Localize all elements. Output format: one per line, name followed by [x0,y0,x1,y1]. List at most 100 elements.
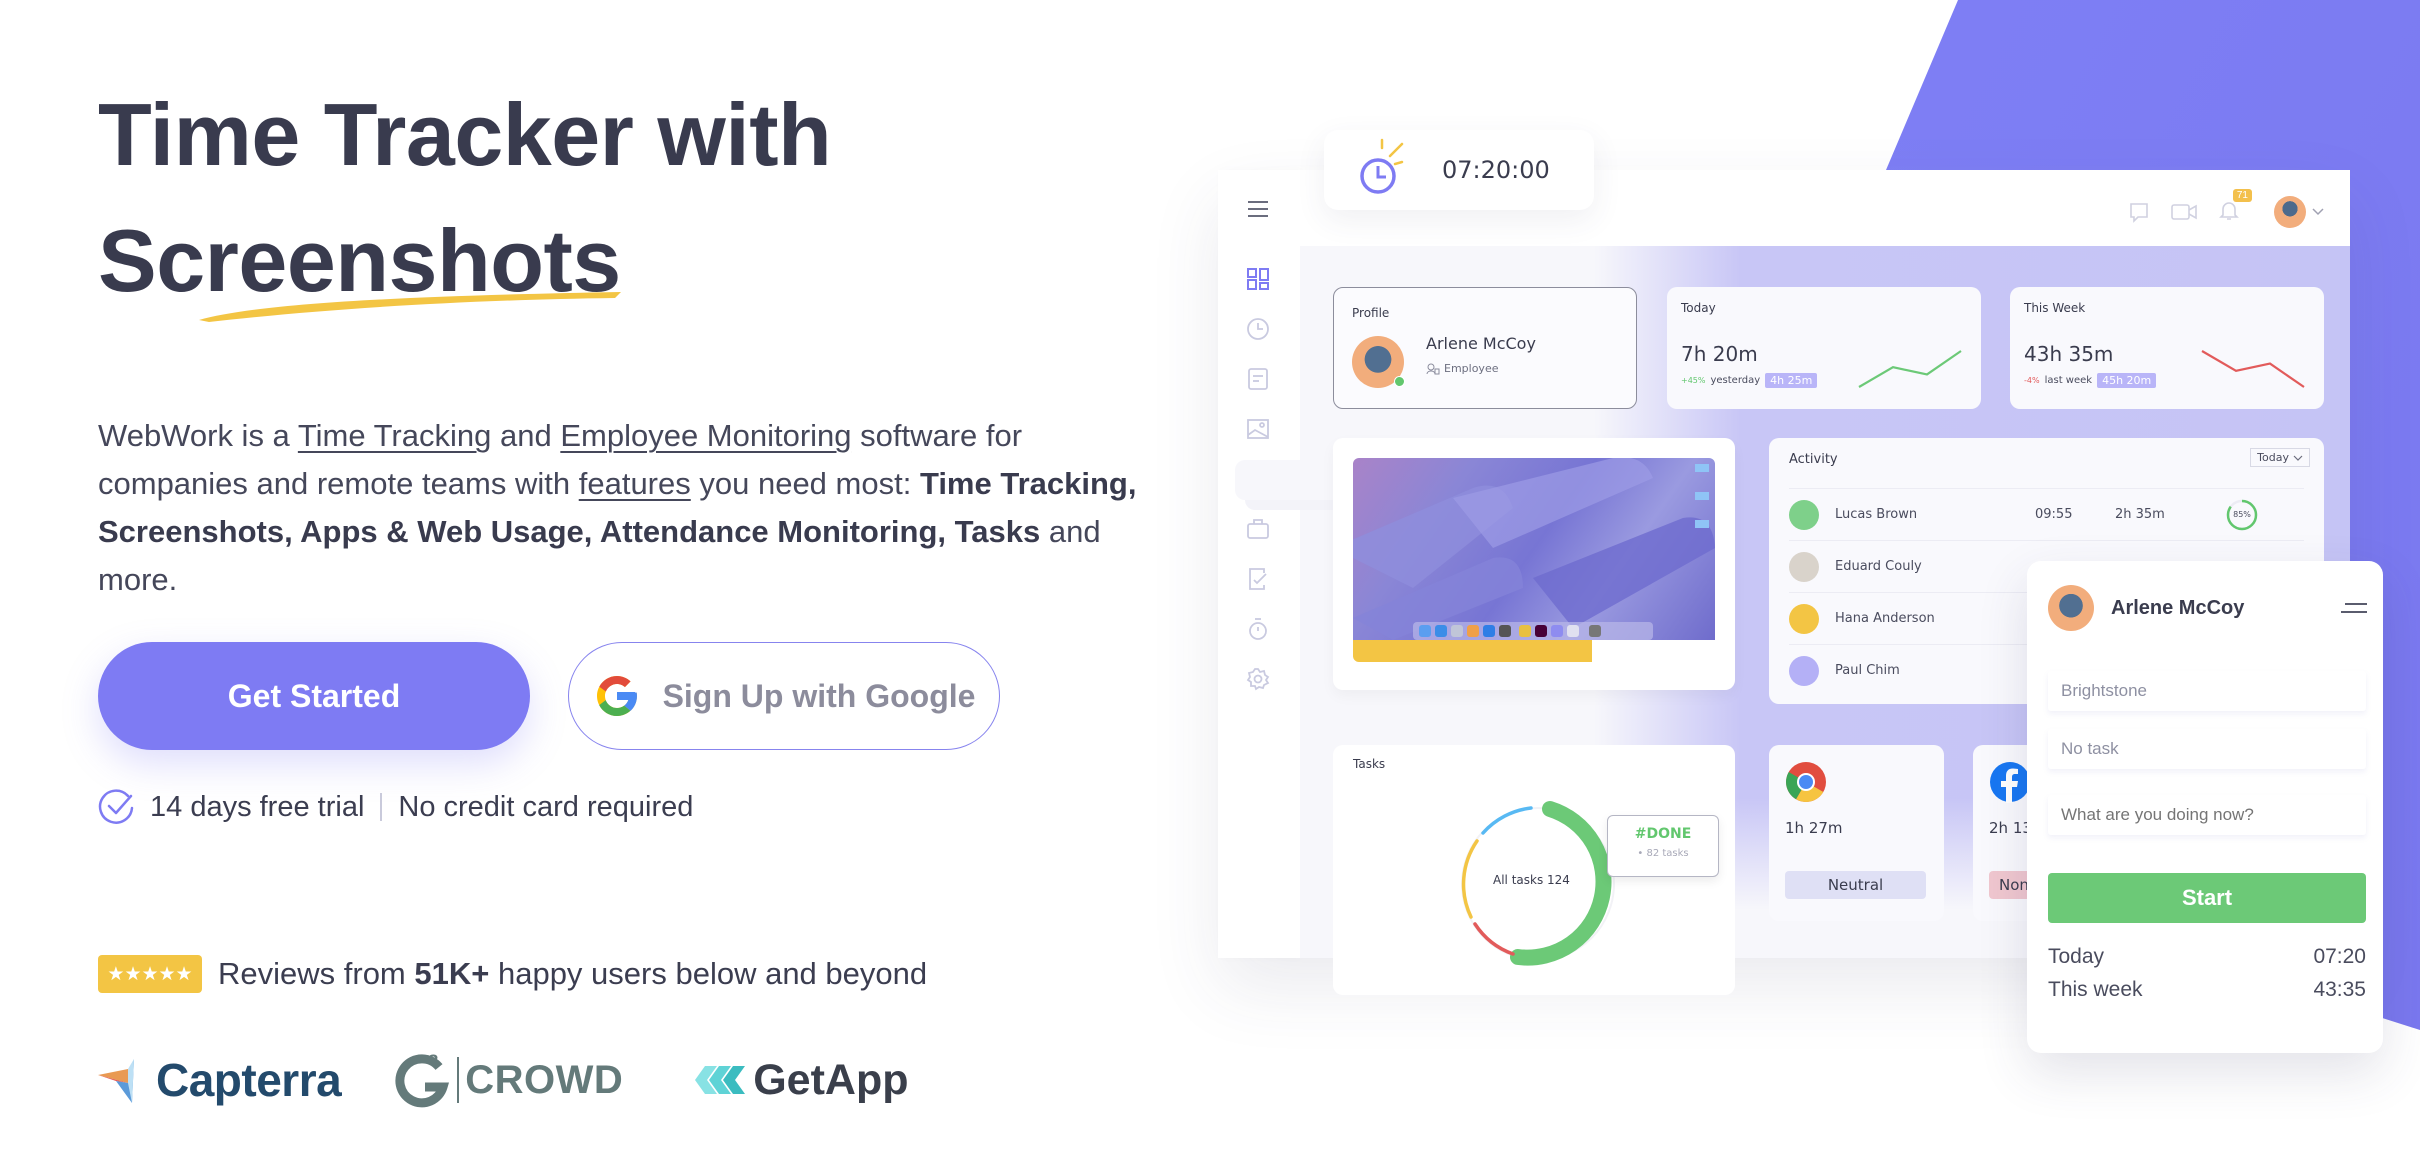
separator [380,793,383,821]
activity-percent-ring: 85% [2225,498,2259,532]
reviews-text: Reviews from 51K+ happy users below and … [218,956,928,991]
google-signup-button[interactable]: Sign Up with Google [568,642,1000,750]
screenshot-icon[interactable] [1241,412,1275,446]
bell-icon [2219,201,2239,220]
hero-description: WebWork is a Time Tracking and Employee … [98,418,1137,597]
menu-icon[interactable] [1241,192,1275,226]
activity-row[interactable]: Lucas Brown 09:55 2h 35m 85% [1789,488,2304,540]
week-label: This week [2048,978,2143,1001]
this-week-comparison: -4% last week 45h 20m [2024,373,2157,388]
activity-name: Eduard Couly [1835,559,1922,574]
g2-mark-icon: 2 [395,1053,450,1108]
review-platform-logos: Capterra 2 CROWD GetApp [98,1050,909,1110]
avatar [1789,499,1819,530]
activity-name: Hana Anderson [1835,611,1935,626]
header-icons: 71 [2128,188,2324,228]
timer-widget: Arlene McCoy Start Today 07:20 This week… [2027,561,2383,1053]
activity-note-input[interactable] [2048,795,2366,835]
online-dot [1394,376,1405,387]
avatar [1789,603,1819,634]
alarm-clock-icon [1360,138,1404,194]
g2-crowd-logo[interactable]: 2 CROWD [395,1051,623,1109]
wallpaper-shapes [1353,458,1715,640]
user-icon [1426,363,1440,374]
this-week-compare-label: last week [2044,375,2093,386]
app-time: 1h 27m [1785,819,1843,837]
chat-icon[interactable] [2128,201,2150,223]
trend-line [1858,350,1962,388]
screenshot-progress-bar [1353,640,1715,662]
video-icon[interactable] [2170,202,2198,222]
week-stat: This week 43:35 [2048,978,2366,1002]
project-field[interactable] [2048,671,2366,711]
chevron-down-icon [2293,455,2303,461]
task-icon[interactable] [1241,562,1275,596]
settings-icon[interactable] [1241,662,1275,696]
clock-icon[interactable] [1241,312,1275,346]
app-time: 2h 13 [1989,819,2032,837]
trial-text: 14 days free trial [150,790,365,823]
tooltip-title: #DONE [1634,826,1692,842]
dashboard-sidebar [1218,170,1300,958]
week-value: 43:35 [2313,978,2366,1001]
app-usage-card-chrome: 1h 27m Neutral [1769,745,1944,921]
dashboard-icon[interactable] [1241,262,1275,296]
activity-name: Paul Chim [1835,663,1900,678]
percent-ring-icon [2226,499,2258,530]
today-trend-chart [1858,350,1962,388]
time-tracking-link[interactable]: Time Tracking [298,418,492,453]
widget-avatar [2048,585,2094,631]
trend-line [2201,350,2305,388]
title-underline-stroke [199,292,621,322]
screenshot-image [1353,458,1715,640]
getapp-logo[interactable]: GetApp [695,1056,909,1105]
activity-duration: 2h 35m [2115,507,2165,522]
g2-superscript: 2 [429,1053,439,1069]
today-card-title: Today [1681,301,1716,315]
this-week-change: -4% [2024,376,2040,385]
no-card-text: No credit card required [398,790,694,823]
dock-icons [1419,625,1601,637]
today-label: Today [2048,945,2105,968]
check-circle-icon [98,789,134,824]
profile-role: Employee [1426,362,1498,375]
stopwatch-icon[interactable] [1241,612,1275,646]
timer-value: 07:20:00 [1442,156,1550,184]
profile-card: Profile Arlene McCoy Employee [1333,287,1637,409]
today-stat: Today 07:20 [2048,945,2366,969]
profile-name: Arlene McCoy [1426,334,1536,353]
activity-name: Lucas Brown [1835,507,1918,522]
user-menu[interactable] [2274,196,2324,228]
report-icon[interactable] [1241,362,1275,396]
task-field[interactable] [2048,729,2366,769]
screenshot-card[interactable] [1333,438,1735,690]
chrome-icon [1786,762,1826,802]
this-week-card: This Week 43h 35m -4% last week 45h 20m [2010,287,2324,409]
employee-monitoring-link[interactable]: Employee Monitoring [560,418,851,453]
today-comparison: +45% yesterday 4h 25m [1681,373,1818,388]
app-category-badge: Neutral [1785,871,1926,899]
widget-menu-icon[interactable] [2339,601,2369,615]
briefcase-icon[interactable] [1241,512,1275,546]
notifications[interactable]: 71 [2218,188,2252,226]
activity-period-select[interactable]: Today [2250,448,2310,467]
profile-card-title: Profile [1352,306,1390,320]
tooltip-sub: • 82 tasks [1637,848,1689,859]
tasks-title: Tasks [1353,757,1386,771]
donut-segment-blue [1481,806,1533,835]
features-link[interactable]: features [579,466,691,501]
reviews-line: ★★★★★ Reviews from 51K+ happy users belo… [98,955,927,993]
start-button[interactable]: Start [2048,873,2366,923]
getapp-chevrons-icon [695,1066,746,1094]
avatar [1789,655,1819,686]
this-week-card-title: This Week [2024,301,2086,315]
header-avatar [2274,196,2306,228]
facebook-icon [1990,762,2030,803]
chevron-down-icon [2312,208,2324,216]
google-signup-label: Sign Up with Google [662,677,976,714]
avatar [1789,551,1819,582]
reviews-count: 51K+ [414,956,490,991]
widget-user-name: Arlene McCoy [2111,597,2245,619]
capterra-logo[interactable]: Capterra [98,1053,342,1107]
get-started-button[interactable]: Get Started [98,642,530,750]
